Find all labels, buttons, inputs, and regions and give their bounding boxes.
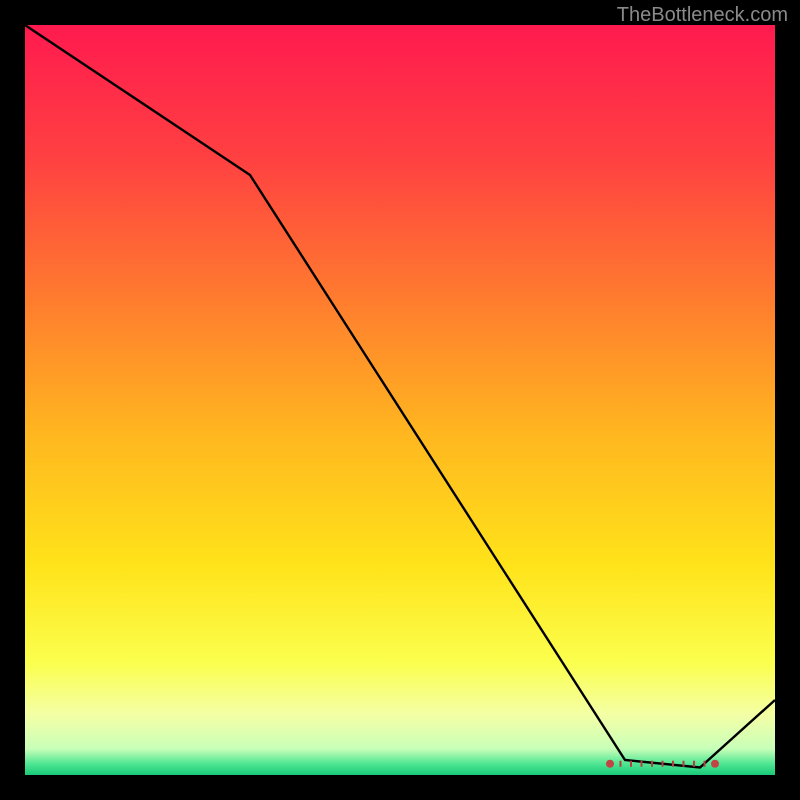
watermark-text: TheBottleneck.com bbox=[617, 4, 788, 27]
chart-svg bbox=[25, 25, 775, 775]
gradient-background bbox=[25, 25, 775, 775]
plot-area bbox=[25, 25, 775, 775]
chart-root: TheBottleneck.com bbox=[0, 0, 800, 800]
